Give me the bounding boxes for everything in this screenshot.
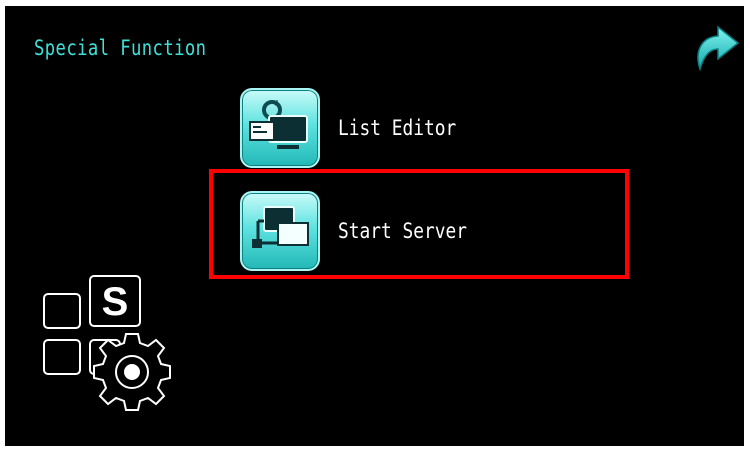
- selection-highlight-box: [209, 169, 629, 279]
- menu-item-label: List Editor: [338, 116, 457, 140]
- back-button[interactable]: [690, 23, 744, 77]
- back-arrow-icon: [697, 25, 740, 72]
- gear-icon: [93, 333, 171, 411]
- menu-item-list-editor[interactable]: List Editor: [240, 88, 477, 168]
- logo-letter: S: [102, 280, 129, 324]
- special-function-logo: S: [42, 274, 174, 414]
- page-title: Special Function: [34, 36, 207, 60]
- list-editor-icon: [240, 88, 320, 168]
